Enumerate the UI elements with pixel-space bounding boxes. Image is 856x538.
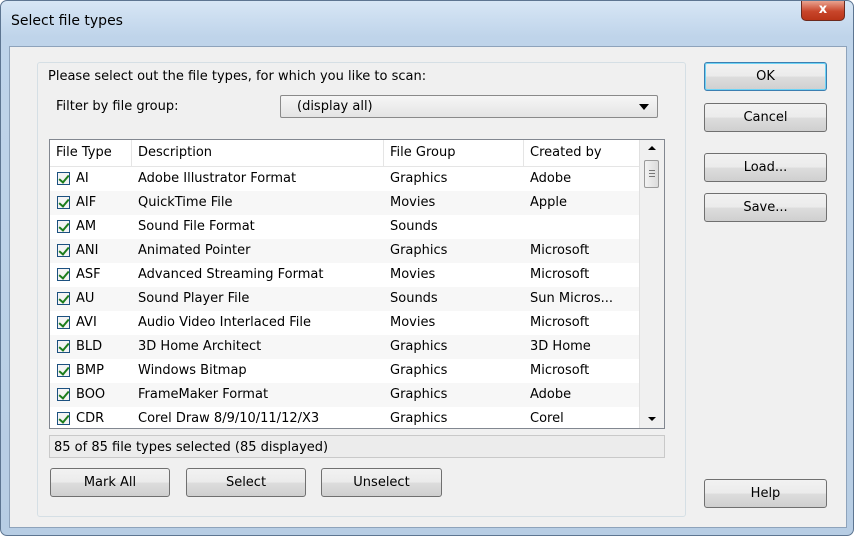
- cell-created-by: Microsoft: [530, 315, 590, 330]
- table-row[interactable]: AU Sound Player File Sounds Sun Micros...: [50, 287, 640, 311]
- cancel-button[interactable]: Cancel: [704, 103, 827, 132]
- file-types-list[interactable]: File Type Description File Group Created…: [49, 139, 665, 429]
- table-row[interactable]: AVI Audio Video Interlaced File Movies Micr…: [50, 311, 640, 335]
- cell-file-group: Movies: [390, 195, 436, 210]
- cell-created-by: Microsoft: [530, 363, 590, 378]
- cell-file-type: CDR: [76, 411, 105, 426]
- column-header-file-group[interactable]: File Group: [384, 140, 524, 166]
- prompt-text: Please select out the file types, for wh…: [48, 69, 427, 84]
- cell-file-group: Graphics: [390, 171, 448, 186]
- cell-file-group: Graphics: [390, 411, 448, 426]
- scroll-up-arrow-icon[interactable]: [640, 140, 664, 157]
- cell-description: Sound Player File: [138, 291, 250, 306]
- file-group-dropdown[interactable]: (display all): [280, 95, 658, 118]
- window-title: Select file types: [11, 13, 123, 29]
- cell-created-by: Microsoft: [530, 243, 590, 258]
- cell-file-group: Graphics: [390, 339, 448, 354]
- cell-created-by: Sun Micros...: [530, 291, 614, 306]
- thumb-grip: [649, 176, 655, 177]
- cell-file-type: AI: [76, 171, 89, 186]
- cell-description: Advanced Streaming Format: [138, 267, 324, 282]
- file-group-selected: (display all): [297, 99, 373, 114]
- cell-description: Sound File Format: [138, 219, 255, 234]
- mark-all-button[interactable]: Mark All: [50, 468, 170, 497]
- column-header-created-by[interactable]: Created by: [524, 140, 640, 166]
- dialog-client-area: Please select out the file types, for wh…: [9, 46, 847, 528]
- column-header-description[interactable]: Description: [132, 140, 384, 166]
- unselect-button[interactable]: Unselect: [321, 468, 442, 497]
- cell-file-group: Movies: [390, 267, 436, 282]
- save-button[interactable]: Save...: [704, 193, 827, 222]
- load-button[interactable]: Load...: [704, 153, 827, 182]
- table-row[interactable]: ASF Advanced Streaming Format Movies Micros…: [50, 263, 640, 287]
- row-checkbox[interactable]: [57, 388, 70, 401]
- table-row[interactable]: AIF QuickTime File Movies Apple: [50, 191, 640, 215]
- filter-label: Filter by file group:: [56, 99, 179, 114]
- scrollbar-thumb[interactable]: [644, 160, 659, 188]
- cell-file-group: Graphics: [390, 243, 448, 258]
- row-checkbox[interactable]: [57, 244, 70, 257]
- table-row[interactable]: BMP Windows Bitmap Graphics Microsoft: [50, 359, 640, 383]
- table-row[interactable]: CDR Corel Draw 8/9/10/11/12/X3 Graphics Cor…: [50, 407, 640, 428]
- cell-created-by: [530, 215, 638, 239]
- cell-created-by: Corel: [530, 411, 564, 426]
- select-button[interactable]: Select: [186, 468, 306, 497]
- close-icon: x: [818, 2, 828, 17]
- row-checkbox[interactable]: [57, 316, 70, 329]
- cell-created-by: Adobe: [530, 387, 572, 402]
- cell-file-group: Movies: [390, 315, 436, 330]
- cell-file-type: AU: [76, 291, 95, 306]
- cell-created-by: Microsoft: [530, 267, 590, 282]
- cell-description: Animated Pointer: [138, 243, 251, 258]
- cell-file-group: Sounds: [390, 219, 438, 234]
- row-checkbox[interactable]: [57, 412, 70, 425]
- list-vertical-scrollbar[interactable]: [639, 140, 664, 428]
- cell-description: Adobe Illustrator Format: [138, 171, 297, 186]
- table-row[interactable]: BLD 3D Home Architect Graphics 3D Home: [50, 335, 640, 359]
- cell-description: QuickTime File: [138, 195, 233, 210]
- cell-description: Audio Video Interlaced File: [138, 315, 312, 330]
- cell-file-type: AM: [76, 219, 97, 234]
- thumb-grip: [649, 173, 655, 174]
- help-button[interactable]: Help: [704, 479, 827, 508]
- row-checkbox[interactable]: [57, 268, 70, 281]
- cell-description: Corel Draw 8/9/10/11/12/X3: [138, 411, 320, 426]
- table-row[interactable]: ANI Animated Pointer Graphics Microsoft: [50, 239, 640, 263]
- row-checkbox[interactable]: [57, 172, 70, 185]
- cell-created-by: Adobe: [530, 171, 572, 186]
- table-row[interactable]: AI Adobe Illustrator Format Graphics Adobe: [50, 167, 640, 191]
- close-button[interactable]: x: [801, 1, 845, 21]
- thumb-grip: [649, 170, 655, 171]
- dropdown-arrow-icon: [639, 104, 649, 110]
- cell-file-type: ANI: [76, 243, 99, 258]
- cell-created-by: 3D Home: [530, 339, 591, 354]
- table-row[interactable]: AM Sound File Format Sounds: [50, 215, 640, 239]
- cell-file-type: AIF: [76, 195, 97, 210]
- row-checkbox[interactable]: [57, 292, 70, 305]
- cell-file-type: BMP: [76, 363, 104, 378]
- row-checkbox[interactable]: [57, 364, 70, 377]
- row-checkbox[interactable]: [57, 196, 70, 209]
- selection-status: 85 of 85 file types selected (85 display…: [49, 435, 665, 458]
- cell-file-group: Graphics: [390, 363, 448, 378]
- scroll-down-arrow-icon[interactable]: [640, 411, 664, 428]
- row-checkbox[interactable]: [57, 340, 70, 353]
- row-checkbox[interactable]: [57, 220, 70, 233]
- list-header: File Type Description File Group Created…: [50, 140, 640, 167]
- dialog-window: Select file types x Please select out th…: [0, 0, 854, 536]
- table-row[interactable]: BOO FrameMaker Format Graphics Adobe: [50, 383, 640, 407]
- cell-file-type: BOO: [76, 387, 106, 402]
- cell-file-type: ASF: [76, 267, 101, 282]
- cell-file-type: BLD: [76, 339, 103, 354]
- cell-description: 3D Home Architect: [138, 339, 262, 354]
- cell-description: Windows Bitmap: [138, 363, 247, 378]
- cell-file-group: Sounds: [390, 291, 438, 306]
- cell-created-by: Apple: [530, 195, 568, 210]
- cell-file-type: AVI: [76, 315, 97, 330]
- cell-file-group: Graphics: [390, 387, 448, 402]
- column-header-file-type[interactable]: File Type: [50, 140, 132, 166]
- ok-button[interactable]: OK: [704, 62, 827, 91]
- cell-description: FrameMaker Format: [138, 387, 269, 402]
